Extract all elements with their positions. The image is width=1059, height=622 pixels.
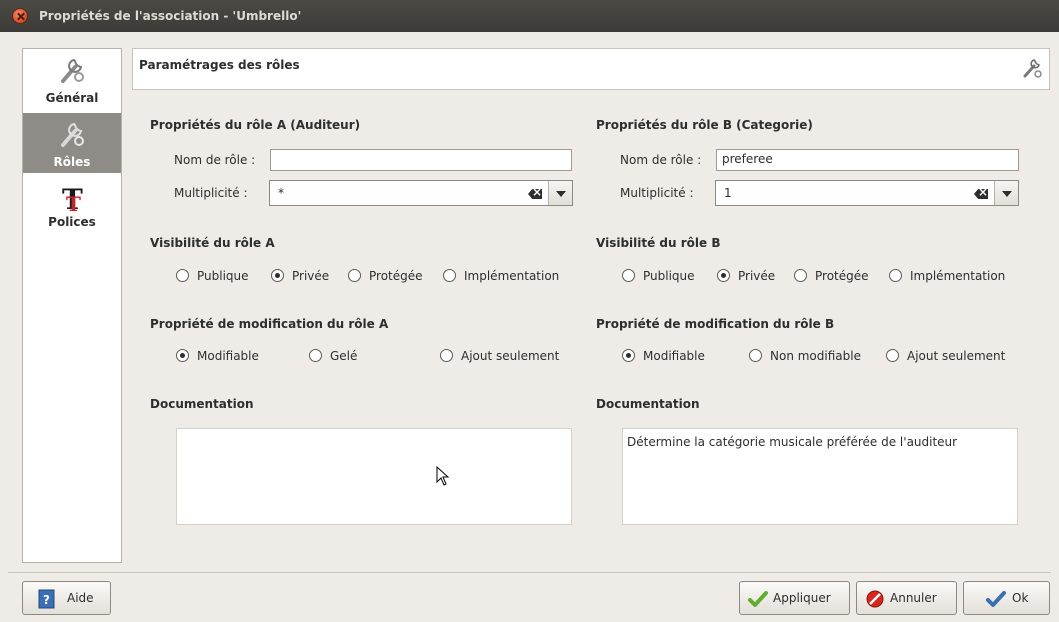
radio-label: Privée [292,269,330,283]
clear-text-icon[interactable] [974,189,988,199]
radio-icon [440,349,453,362]
role-a-multiplicity-label: Multiplicité : [174,186,248,200]
radio-label: Implémentation [910,269,1006,283]
help-button[interactable]: ? Aide [22,581,111,615]
radio-icon [348,269,361,282]
radio-label: Protégée [815,269,869,283]
role-b-changeability-add-only[interactable]: Ajout seulement [886,349,1005,363]
nav-item-label: Polices [48,215,96,229]
apply-button[interactable]: Appliquer [739,581,850,615]
role-b-changeability-non-modifiable[interactable]: Non modifiable [749,349,861,363]
role-b-changeability-title: Propriété de modification du rôle B [596,317,835,331]
radio-label: Ajout seulement [907,349,1006,363]
footer-divider [8,572,1051,573]
radio-icon [886,349,899,362]
nav-item-label: Rôles [53,155,91,169]
radio-icon [794,269,807,282]
radio-icon [749,349,762,362]
role-b-multiplicity-combo[interactable]: 1 [715,180,1019,206]
radio-icon [622,269,635,282]
radio-icon [717,269,730,282]
nav-item-fonts[interactable]: T T Polices [23,177,121,233]
role-a-visibility-title: Visibilité du rôle A [150,236,275,250]
nav-item-roles[interactable]: Rôles [23,113,121,173]
role-a-multiplicity-combo[interactable]: * [269,180,573,206]
cancel-button[interactable]: Annuler [856,581,957,615]
role-b-visibility-public[interactable]: Publique [622,269,695,283]
combo-value: * [278,186,284,200]
role-a-changeability-add-only[interactable]: Ajout seulement [440,349,559,363]
role-b-changeability-modifiable[interactable]: Modifiable [622,349,705,363]
role-b-documentation-title: Documentation [596,397,700,411]
role-a-documentation-textarea[interactable] [176,428,572,525]
radio-label: Gelé [330,349,358,363]
ok-button[interactable]: Ok [963,581,1050,615]
radio-label: Publique [643,269,695,283]
radio-label: Non modifiable [770,349,861,363]
button-label: Appliquer [773,591,831,605]
radio-icon [176,349,189,362]
clear-text-icon[interactable] [528,189,542,199]
svg-text:T: T [66,192,81,213]
role-a-documentation-title: Documentation [150,397,254,411]
radio-icon [622,349,635,362]
role-b-visibility-protected[interactable]: Protégée [794,269,869,283]
wrench-icon [1023,59,1042,78]
wrench-icon [61,122,84,147]
page-navigation: Général Rôles T T Polices [22,48,122,563]
chevron-down-icon[interactable] [994,181,1018,205]
checkmark-icon [986,591,1006,607]
role-a-changeability-title: Propriété de modification du rôle A [150,317,389,331]
cancel-icon [866,590,884,608]
radio-label: Privée [738,269,776,283]
radio-label: Modifiable [643,349,705,363]
role-a-name-label: Nom de rôle : [174,153,256,167]
role-b-visibility-private[interactable]: Privée [717,269,775,283]
title-bar: Propriétés de l'association - 'Umbrello' [0,0,1059,32]
role-a-visibility-implementation[interactable]: Implémentation [443,269,559,283]
role-b-multiplicity-label: Multiplicité : [620,186,694,200]
role-b-section-title: Propriétés du rôle B (Categorie) [596,118,813,132]
page-header: Paramétrages des rôles [132,48,1050,90]
radio-icon [443,269,456,282]
role-b-name-label: Nom de rôle : [620,153,702,167]
button-label: Ok [1012,591,1029,605]
nav-item-label: Général [45,91,99,105]
role-b-documentation-textarea[interactable]: Détermine la catégorie musicale préférée… [622,428,1018,525]
role-a-section-title: Propriétés du rôle A (Auditeur) [150,118,361,132]
radio-label: Ajout seulement [461,349,560,363]
button-label: Annuler [890,591,937,605]
radio-icon [309,349,322,362]
role-b-visibility-implementation[interactable]: Implémentation [889,269,1005,283]
role-a-visibility-private[interactable]: Privée [271,269,329,283]
combo-value: 1 [724,186,732,200]
page-title: Paramétrages des rôles [139,58,300,72]
role-b-visibility-title: Visibilité du rôle B [596,236,721,250]
font-icon: T T [62,183,83,213]
radio-label: Modifiable [197,349,259,363]
role-b-name-input[interactable]: preferee [716,149,1019,171]
dialog-window: Propriétés de l'association - 'Umbrello'… [0,0,1059,622]
radio-label: Implémentation [464,269,560,283]
radio-icon [176,269,189,282]
radio-icon [271,269,284,282]
close-window-button[interactable] [12,8,28,24]
radio-label: Publique [197,269,249,283]
radio-icon [889,269,902,282]
button-label: Aide [67,591,94,605]
role-a-visibility-public[interactable]: Publique [176,269,249,283]
svg-text:?: ? [43,593,50,607]
window-title: Propriétés de l'association - 'Umbrello' [39,9,302,23]
role-a-visibility-protected[interactable]: Protégée [348,269,423,283]
wrench-icon [61,58,84,83]
checkmark-icon [748,591,768,607]
radio-label: Protégée [369,269,423,283]
role-a-changeability-frozen[interactable]: Gelé [309,349,357,363]
help-book-icon: ? [38,589,55,609]
role-a-name-input[interactable] [270,149,572,171]
mouse-pointer-icon [436,466,450,486]
nav-item-general[interactable]: Général [23,49,121,109]
role-a-changeability-modifiable[interactable]: Modifiable [176,349,259,363]
chevron-down-icon[interactable] [548,181,572,205]
